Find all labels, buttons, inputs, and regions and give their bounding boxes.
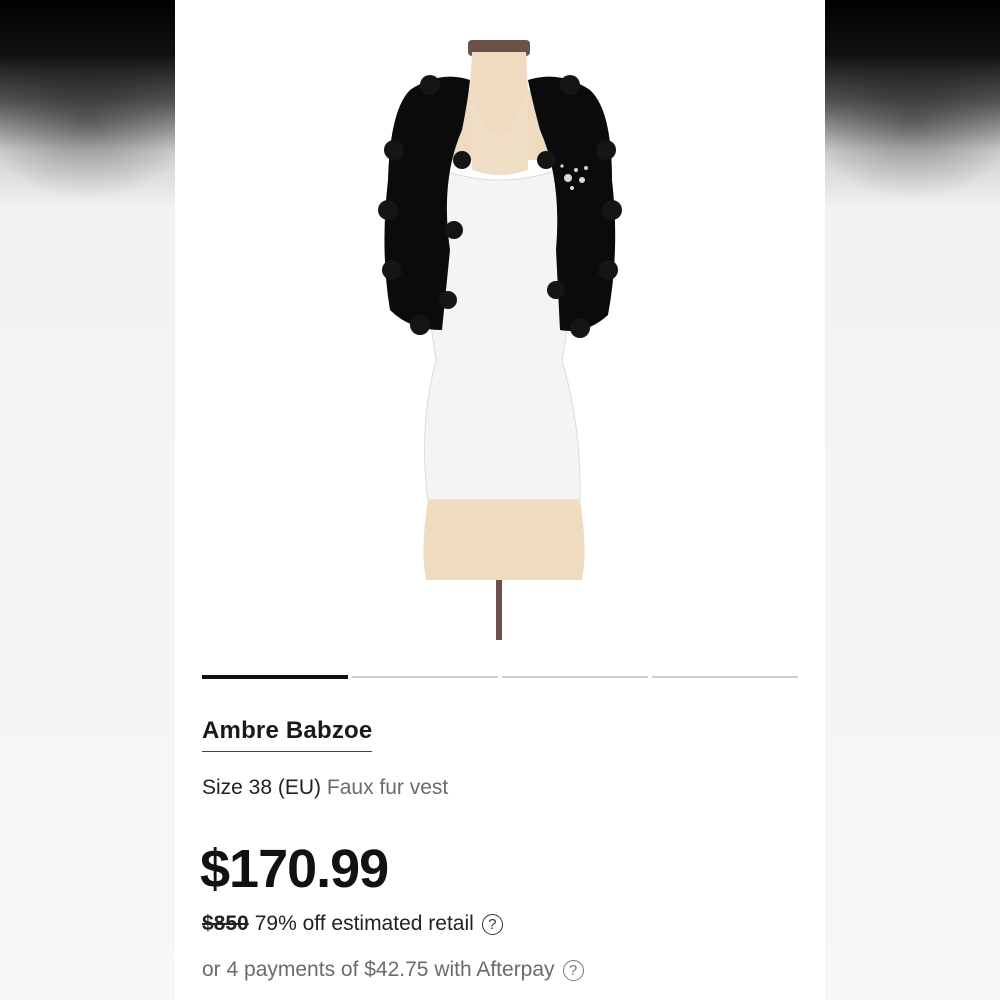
discount-text: 79% off estimated retail <box>254 912 474 935</box>
brand-link[interactable]: Ambre Babzoe <box>202 717 373 752</box>
carousel-dot-1[interactable] <box>202 675 348 679</box>
background-blur-right <box>825 0 1000 1000</box>
afterpay-help-icon[interactable]: ? <box>562 959 584 981</box>
retail-row: $850 79% off estimated retail ? <box>202 912 503 936</box>
afterpay-row: or 4 payments of $42.75 with Afterpay ? <box>202 958 584 982</box>
carousel-dot-4[interactable] <box>652 676 798 678</box>
product-type: Faux fur vest <box>326 776 449 799</box>
retail-price: $850 <box>202 912 249 935</box>
price: $170.99 <box>200 839 389 899</box>
image-carousel-indicators <box>202 674 798 680</box>
product-card: Ambre Babzoe Size 38 (EU) Faux fur vest … <box>175 0 825 1000</box>
afterpay-text: or 4 payments of $42.75 with Afterpay <box>202 958 555 981</box>
size-label: Size 38 (EU) <box>202 776 322 799</box>
carousel-dot-3[interactable] <box>502 676 648 678</box>
background-blur-left <box>0 0 175 1000</box>
product-description: Size 38 (EU) Faux fur vest <box>202 776 448 800</box>
product-image[interactable] <box>350 30 650 650</box>
help-icon[interactable]: ? <box>481 913 503 935</box>
carousel-dot-2[interactable] <box>352 676 498 678</box>
